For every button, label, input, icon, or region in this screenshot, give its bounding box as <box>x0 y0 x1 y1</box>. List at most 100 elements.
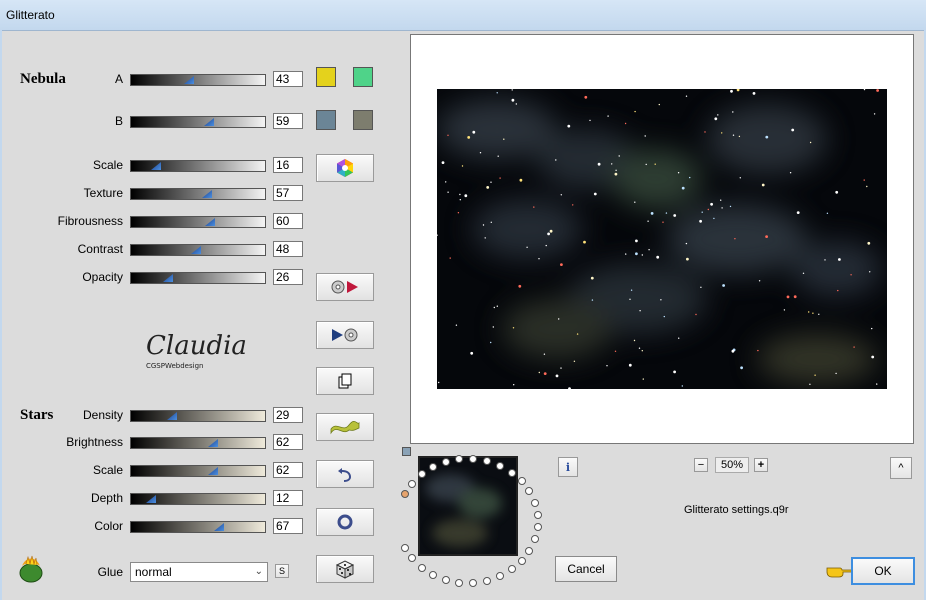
star-dot <box>583 240 586 244</box>
star-dot <box>573 360 576 362</box>
preset-dot[interactable] <box>418 470 426 478</box>
thumbnail-preview[interactable] <box>418 456 518 556</box>
nebula-fibrousness-value-field[interactable]: 60 <box>273 213 303 229</box>
stars-depth-slider[interactable] <box>130 493 266 505</box>
preset-dot[interactable] <box>508 469 516 477</box>
preset-dot[interactable] <box>534 511 542 519</box>
stars-brightness-slider[interactable] <box>130 437 266 449</box>
preset-dot[interactable] <box>429 571 437 579</box>
wave-button[interactable] <box>316 413 374 441</box>
nebula-b-value-field[interactable]: 59 <box>273 113 303 129</box>
stars-color-value-field[interactable]: 67 <box>273 518 303 534</box>
preset-dot[interactable] <box>401 544 409 552</box>
zoom-plus-label: + <box>757 459 765 471</box>
stars-brightness-value-field[interactable]: 62 <box>273 434 303 450</box>
preset-dot[interactable] <box>531 499 539 507</box>
preset-dot[interactable] <box>483 577 491 585</box>
nebula-b-slider[interactable] <box>130 116 266 128</box>
preset-dot[interactable] <box>531 535 539 543</box>
color-a2-button[interactable] <box>353 67 373 87</box>
slider-thumb[interactable] <box>208 439 218 447</box>
preset-dot[interactable] <box>455 455 463 463</box>
nebula-texture-slider[interactable] <box>130 188 266 200</box>
slider-thumb[interactable] <box>208 467 218 475</box>
preset-dot[interactable] <box>518 477 526 485</box>
preset-dot[interactable] <box>534 523 542 531</box>
preset-dot[interactable] <box>408 554 416 562</box>
slider-thumb[interactable] <box>204 118 214 126</box>
preset-dot[interactable] <box>429 463 437 471</box>
preset-dot[interactable] <box>483 457 491 465</box>
stars-scale-value-field[interactable]: 62 <box>273 462 303 478</box>
nebula-a-slider[interactable] <box>130 74 266 86</box>
stars-scale-slider[interactable] <box>130 465 266 477</box>
nebula-scale-value-field[interactable]: 16 <box>273 157 303 173</box>
color-b1-button[interactable] <box>316 110 336 130</box>
preset-dot[interactable] <box>508 565 516 573</box>
star-dot <box>447 134 449 136</box>
slider-thumb[interactable] <box>202 190 212 198</box>
star-dot <box>731 349 735 353</box>
slider-thumb[interactable] <box>146 495 156 503</box>
nebula-contrast-value-field[interactable]: 48 <box>273 241 303 257</box>
color-wheel-icon <box>337 159 353 177</box>
color-a1-button[interactable] <box>316 67 336 87</box>
glue-s-button[interactable]: S <box>275 564 289 578</box>
nebula-texture-value-field[interactable]: 57 <box>273 185 303 201</box>
preset-dot[interactable] <box>469 455 477 463</box>
thumbnail-corner-handle[interactable] <box>402 447 411 456</box>
preset-dot[interactable] <box>442 458 450 466</box>
copy-pages-icon <box>338 373 352 389</box>
star-dot <box>701 211 703 213</box>
stars-density-value-field[interactable]: 29 <box>273 407 303 423</box>
preset-dot[interactable] <box>525 487 533 495</box>
randomize-button[interactable] <box>316 555 374 583</box>
glue-select[interactable]: normal ⌄ <box>130 562 268 582</box>
nebula-fibrousness-slider[interactable] <box>130 216 266 228</box>
slider-thumb[interactable] <box>191 246 201 254</box>
preset-dot[interactable] <box>525 547 533 555</box>
load-preset-button[interactable] <box>316 273 374 301</box>
copy-button[interactable] <box>316 367 374 395</box>
nebula-a-value-field[interactable]: 43 <box>273 71 303 87</box>
slider-thumb[interactable] <box>205 218 215 226</box>
slider-thumb[interactable] <box>151 162 161 170</box>
star-dot <box>615 169 617 171</box>
slider-thumb[interactable] <box>214 523 224 531</box>
preset-dot[interactable] <box>401 490 409 498</box>
stars-density-slider[interactable] <box>130 410 266 422</box>
preset-dot[interactable] <box>518 557 526 565</box>
zoom-out-button[interactable]: − <box>694 458 708 472</box>
star-dot <box>752 92 756 95</box>
nebula-opacity-value-field[interactable]: 26 <box>273 269 303 285</box>
stars-depth-value-field[interactable]: 12 <box>273 490 303 506</box>
undo-button[interactable] <box>316 460 374 488</box>
cancel-button[interactable]: Cancel <box>555 556 617 582</box>
preset-dot[interactable] <box>496 572 504 580</box>
nebula-contrast-slider[interactable] <box>130 244 266 256</box>
slider-thumb[interactable] <box>167 412 177 420</box>
zoom-in-button[interactable]: + <box>754 458 768 472</box>
preset-dot[interactable] <box>496 462 504 470</box>
color-wheel-button[interactable] <box>316 154 374 182</box>
nebula-scale-slider[interactable] <box>130 160 266 172</box>
nebula-opacity-slider[interactable] <box>130 272 266 284</box>
preset-dot[interactable] <box>408 480 416 488</box>
star-dot <box>547 232 550 236</box>
nebula-b-label: B <box>114 114 123 128</box>
color-b2-button[interactable] <box>353 110 373 130</box>
star-dot <box>654 163 656 165</box>
preset-dot[interactable] <box>469 579 477 587</box>
save-preset-button[interactable] <box>316 321 374 349</box>
preset-dot[interactable] <box>418 564 426 572</box>
slider-thumb[interactable] <box>163 274 173 282</box>
collapse-button[interactable]: ^ <box>890 457 912 479</box>
star-dot <box>641 254 643 256</box>
info-button[interactable]: i <box>558 457 578 477</box>
preset-dot[interactable] <box>442 576 450 584</box>
ok-button[interactable]: OK <box>851 557 915 585</box>
slider-thumb[interactable] <box>184 76 194 84</box>
stars-color-slider[interactable] <box>130 521 266 533</box>
preset-dot[interactable] <box>455 579 463 587</box>
ring-button[interactable] <box>316 508 374 536</box>
